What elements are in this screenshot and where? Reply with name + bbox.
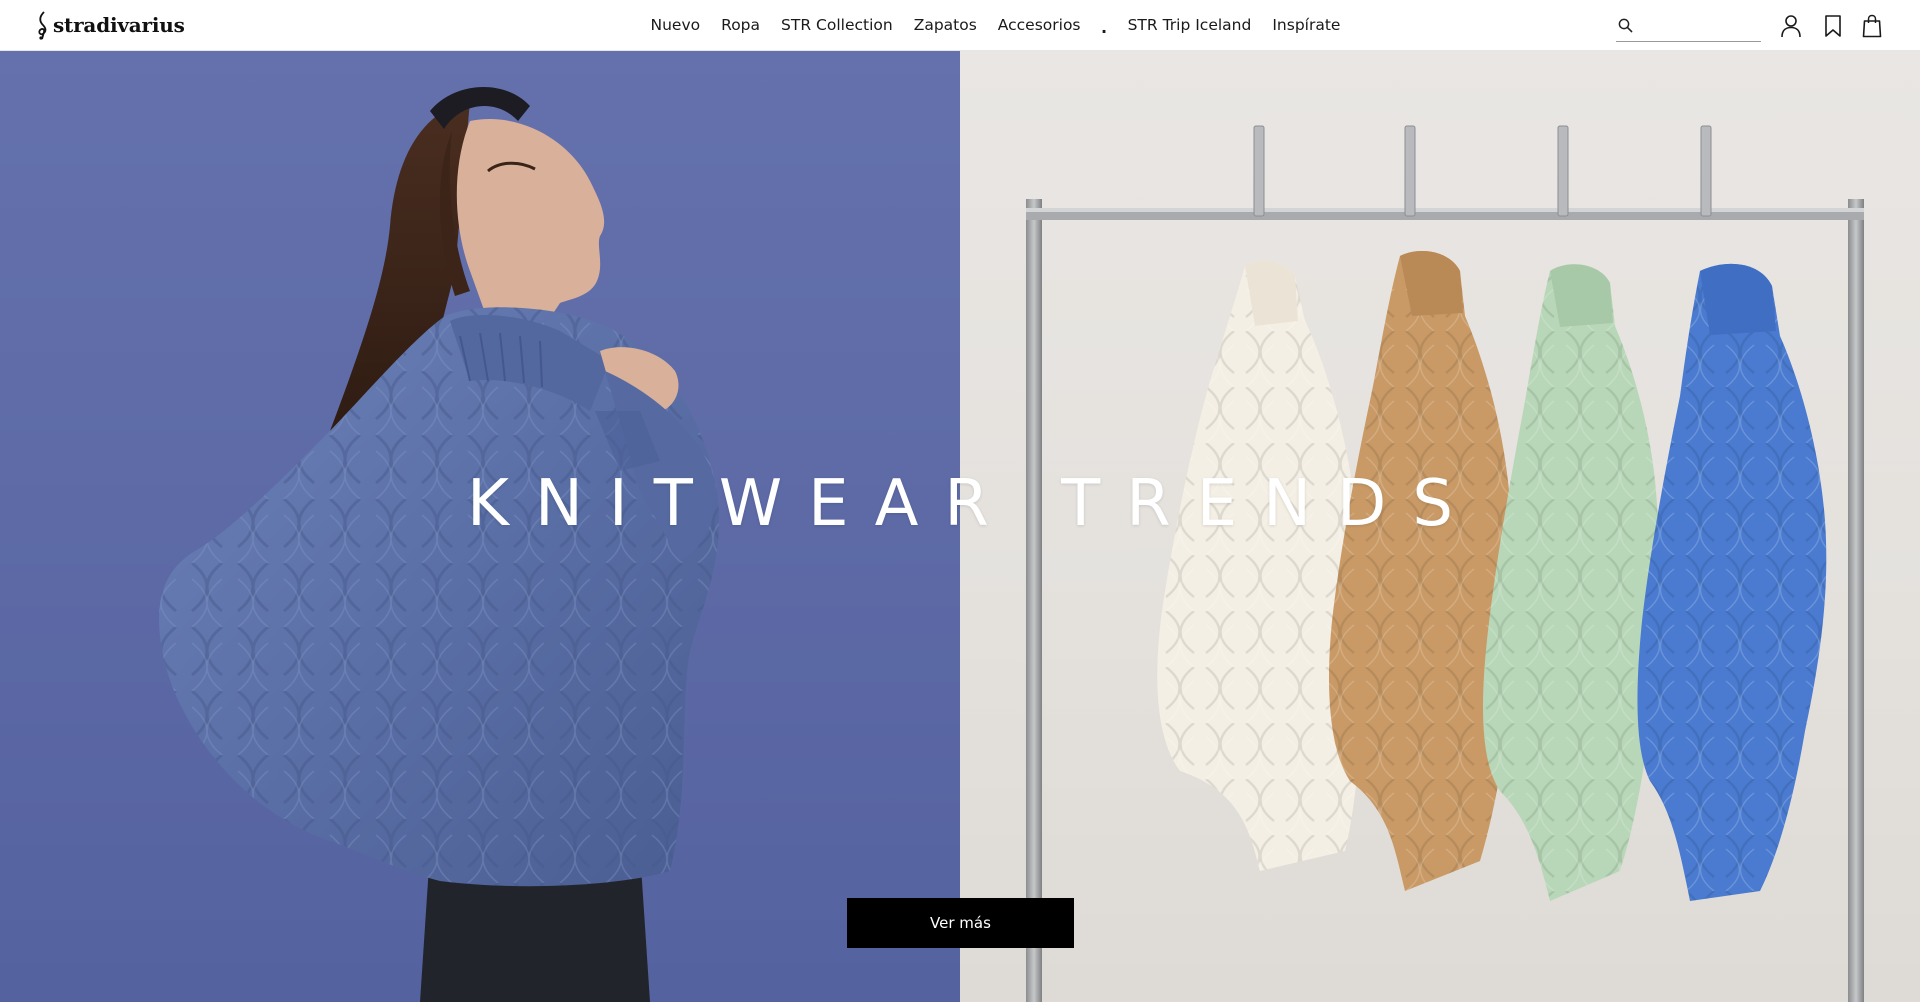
- top-header: stradivarius Nuevo Ropa STR Collection Z…: [0, 0, 1920, 51]
- cart-button[interactable]: [1859, 13, 1885, 39]
- logo-text: stradivarius: [53, 13, 185, 37]
- search-input[interactable]: [1641, 11, 1761, 40]
- search-bar: [1616, 10, 1761, 42]
- hero-banner[interactable]: KNITWEAR TRENDS Ver más: [0, 51, 1920, 1002]
- treble-clef-icon: [38, 11, 47, 40]
- nav-item-accesorios[interactable]: Accesorios: [987, 0, 1091, 51]
- main-nav: Nuevo Ropa STR Collection Zapatos Acceso…: [640, 0, 1351, 51]
- hero-title: KNITWEAR TRENDS: [467, 467, 1479, 541]
- nav-item-zapatos[interactable]: Zapatos: [903, 0, 987, 51]
- shopping-bag-icon: [1862, 14, 1882, 38]
- search-icon[interactable]: [1618, 18, 1633, 33]
- user-icon: [1781, 15, 1801, 38]
- nav-item-nuevo[interactable]: Nuevo: [640, 0, 711, 51]
- nav-item-str-collection[interactable]: STR Collection: [771, 0, 904, 51]
- stradivarius-logo[interactable]: stradivarius: [36, 9, 185, 41]
- nav-item-str-trip-iceland[interactable]: STR Trip Iceland: [1117, 0, 1262, 51]
- wishlist-button[interactable]: [1820, 13, 1846, 39]
- bookmark-icon: [1825, 15, 1841, 37]
- nav-item-inspirate[interactable]: Inspírate: [1262, 0, 1351, 51]
- account-button[interactable]: [1778, 13, 1804, 39]
- nav-separator-dot: .: [1101, 18, 1108, 37]
- nav-item-ropa[interactable]: Ropa: [711, 0, 771, 51]
- ver-mas-button[interactable]: Ver más: [847, 898, 1074, 948]
